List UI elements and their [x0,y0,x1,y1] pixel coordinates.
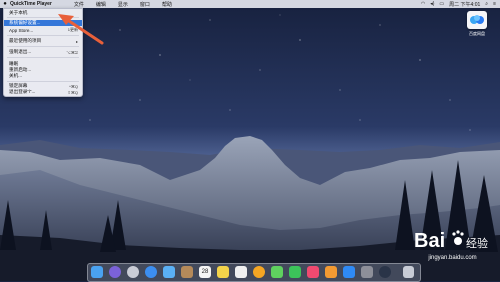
menu-separator [7,81,79,82]
menu-file[interactable]: 文件 [74,1,84,8]
status-area: ◠ ◂) ▭ 周二 下午4:01 ⌕ ≡ [421,1,500,8]
menu-separator [7,57,79,58]
desktop-icon-label: 百度网盘 [469,31,485,36]
watermark-site: jingyan.baidu.com [428,255,477,261]
menu-app-name[interactable]: QuickTime Player [10,1,52,7]
baidu-logo-icon: Bai 经验 [414,230,488,252]
photos-icon[interactable] [253,266,265,278]
menu-separator [7,46,79,47]
messages-icon[interactable] [271,266,283,278]
menu-view[interactable]: 显示 [118,1,128,8]
system-preferences-icon[interactable] [361,266,373,278]
finder-icon[interactable] [91,266,103,278]
wifi-icon[interactable]: ◠ [421,1,425,7]
reminders-icon[interactable] [235,266,247,278]
volume-icon[interactable]: ◂) [430,1,434,7]
menu-item-log-out[interactable]: 退出登录“l”... ⇧⌘Q [4,89,82,95]
battery-icon[interactable]: ▭ [439,1,444,7]
menu-help[interactable]: 帮助 [162,1,172,8]
watermark: Bai 经验 jingyan.baidu.com [410,225,495,273]
app-store-icon[interactable] [343,266,355,278]
menu-bar: ● QuickTime Player 文件 编辑 显示 窗口 帮助 ◠ ◂) ▭… [0,0,500,8]
dock: 28 [87,263,421,282]
music-icon[interactable] [307,266,319,278]
quicktime-icon[interactable] [379,266,391,278]
calendar-day: 28 [201,269,209,275]
launchpad-icon[interactable] [127,266,139,278]
menu-item-shut-down[interactable]: 关机... [4,73,82,79]
notification-center-icon[interactable]: ≡ [493,1,496,7]
menu-item-force-quit[interactable]: 强制退出... ⌥⌘⎋ [4,49,82,55]
menu-clock[interactable]: 周二 下午4:01 [449,1,480,8]
jingyan-logo-text: 经验 [466,236,488,250]
baidu-netdisk-icon [467,11,487,29]
notes-icon[interactable] [217,266,229,278]
menu-edit[interactable]: 编辑 [96,1,106,8]
paw-icon [452,230,464,245]
safari-icon[interactable] [145,266,157,278]
menu-window[interactable]: 窗口 [140,1,150,8]
books-icon[interactable] [325,266,337,278]
desktop-icon-baidu-netdisk[interactable]: 百度网盘 [463,11,491,39]
calendar-icon[interactable]: 28 [199,266,211,278]
apple-icon[interactable]: ● [0,1,10,7]
annotation-arrow-icon [58,14,104,45]
contacts-icon[interactable] [181,266,193,278]
siri-icon[interactable] [109,266,121,278]
mail-icon[interactable] [163,266,175,278]
baidu-logo-text: Bai [414,230,445,252]
spotlight-icon[interactable]: ⌕ [485,1,488,7]
facetime-icon[interactable] [289,266,301,278]
